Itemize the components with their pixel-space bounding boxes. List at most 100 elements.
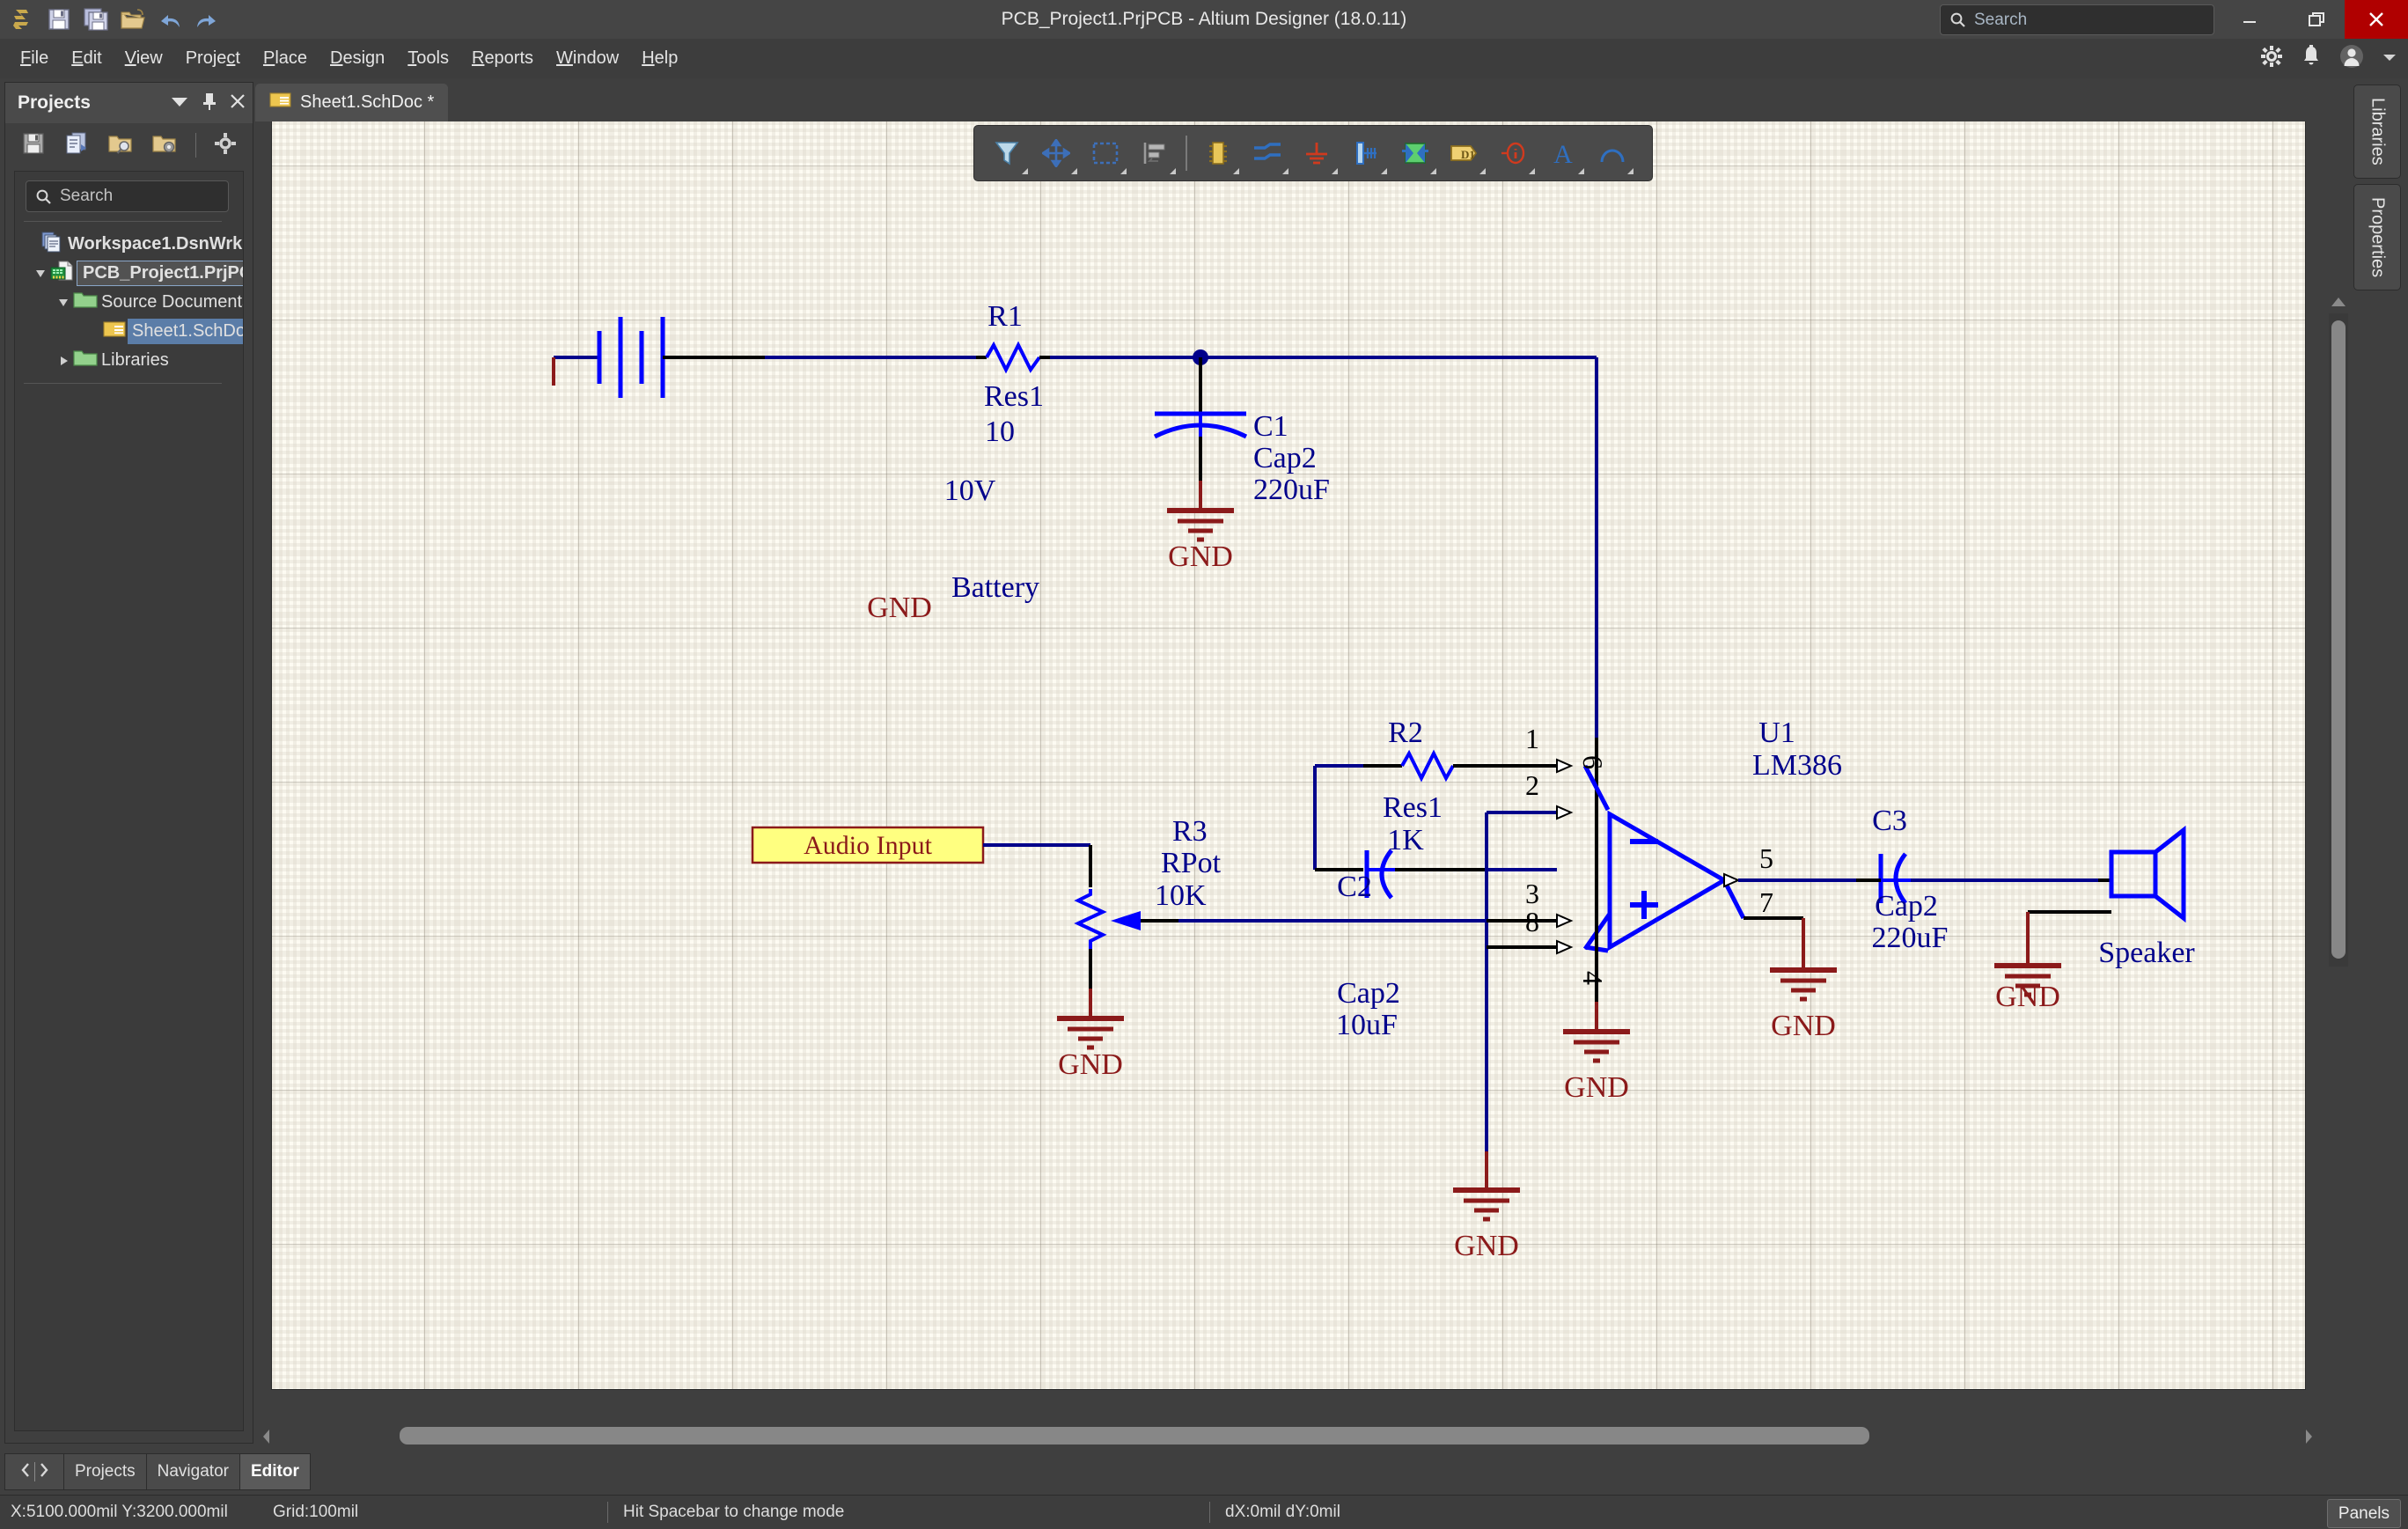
align-icon[interactable] <box>1131 130 1178 176</box>
gear-icon[interactable] <box>214 132 237 159</box>
filter-icon[interactable] <box>983 130 1031 176</box>
dropdown-carat[interactable] <box>1233 168 1239 174</box>
pin-2-arrow <box>1556 805 1572 820</box>
minimize-button[interactable] <box>2218 0 2281 39</box>
pin-8-arrow <box>1556 940 1572 954</box>
r2-designator-label: R2 <box>1388 717 1423 749</box>
place-net-label-icon[interactable]: D1 <box>1441 130 1488 176</box>
bell-icon[interactable] <box>2301 45 2322 72</box>
dropdown-carat[interactable] <box>1022 168 1028 174</box>
r2-value-label: 1K <box>1387 824 1424 856</box>
panels-button[interactable]: Panels <box>2326 1499 2401 1528</box>
horizontal-scroll-thumb[interactable] <box>400 1427 1869 1444</box>
select-area-icon[interactable] <box>1082 130 1129 176</box>
folder-search-icon[interactable] <box>107 131 134 160</box>
menu-window[interactable]: Window <box>545 39 630 78</box>
projects-panel: Projects Search Workspace1.DsnWrk PCB_Pr… <box>4 82 253 1444</box>
schematic-canvas[interactable]: Audio Input 10V Battery GND R1 Res1 10 C… <box>271 121 2306 1390</box>
r3-designator-label: R3 <box>1172 815 1208 848</box>
dropdown-carat[interactable] <box>1170 168 1176 174</box>
panel-tab-nav[interactable] <box>4 1453 64 1490</box>
canvas-vertical-scrollbar[interactable] <box>2329 313 2348 967</box>
dropdown-carat[interactable] <box>1627 168 1633 174</box>
move-icon[interactable] <box>1032 130 1080 176</box>
right-tab-properties[interactable]: Properties <box>2353 183 2401 290</box>
pin-5-number: 5 <box>1759 842 1773 874</box>
dropdown-carat[interactable] <box>1332 168 1338 174</box>
workspace-icon <box>41 232 64 258</box>
scroll-left-button[interactable] <box>257 1426 276 1447</box>
projects-panel-body: Search Workspace1.DsnWrk PCB_Project1.Pr… <box>14 171 244 1431</box>
r1-designator-label: R1 <box>987 300 1023 333</box>
toolbar-divider <box>195 133 196 158</box>
documents-icon[interactable] <box>63 131 90 160</box>
chevron-right-icon[interactable] <box>39 1462 49 1482</box>
place-no-erc-icon[interactable] <box>1490 130 1538 176</box>
tree-item-sheet1[interactable]: Sheet1.SchDoc <box>15 317 243 346</box>
c3-designator-label: C3 <box>1872 805 1907 837</box>
bottom-tab-editor[interactable]: Editor <box>239 1453 311 1490</box>
dropdown-carat[interactable] <box>1430 168 1436 174</box>
place-arc-icon[interactable] <box>1589 130 1636 176</box>
tree-expander-collapsed[interactable] <box>54 355 73 367</box>
gnd-pin4-label: GND <box>1564 1071 1629 1104</box>
canvas-horizontal-scrollbar[interactable] <box>255 1422 2329 1449</box>
dropdown-carat[interactable] <box>1381 168 1387 174</box>
restore-button[interactable] <box>2285 0 2348 39</box>
opamp-u1-symbol <box>1582 764 1746 953</box>
search-icon <box>36 189 51 204</box>
tree-item-source-documents[interactable]: Source Documents <box>15 288 243 317</box>
place-bus-icon[interactable] <box>1342 130 1390 176</box>
place-sheet-symbol-icon[interactable] <box>1391 130 1439 176</box>
menu-edit[interactable]: Edit <box>60 39 113 78</box>
menu-place[interactable]: Place <box>252 39 319 78</box>
bottom-tab-navigator[interactable]: Navigator <box>146 1453 240 1490</box>
pin-icon[interactable] <box>202 92 217 115</box>
dropdown-carat[interactable] <box>1120 168 1127 174</box>
dropdown-carat[interactable] <box>1071 168 1077 174</box>
chevron-down-icon[interactable] <box>170 95 189 112</box>
menu-project[interactable]: Project <box>174 39 252 78</box>
dropdown-carat[interactable] <box>1282 168 1288 174</box>
document-tab-sheet1[interactable]: Sheet1.SchDoc * <box>255 84 449 121</box>
menu-help[interactable]: Help <box>630 39 689 78</box>
bottom-tab-projects[interactable]: Projects <box>64 1453 147 1490</box>
gear-icon[interactable] <box>2260 45 2283 72</box>
dropdown-carat[interactable] <box>1479 168 1486 174</box>
place-part-icon[interactable] <box>1194 130 1242 176</box>
chevron-left-icon[interactable] <box>20 1462 31 1482</box>
vertical-scroll-thumb[interactable] <box>2331 320 2346 959</box>
menu-view[interactable]: View <box>114 39 174 78</box>
chevron-down-icon[interactable] <box>2382 51 2397 67</box>
close-button[interactable] <box>2345 0 2408 39</box>
global-search-input[interactable]: Search <box>1940 4 2214 35</box>
c2-comment-label: Cap2 <box>1337 977 1400 1010</box>
global-search-placeholder: Search <box>1974 10 2028 29</box>
c1-value-label: 220uF <box>1253 474 1330 506</box>
tree-item-libraries[interactable]: Libraries <box>15 346 243 375</box>
projects-search-input[interactable]: Search <box>26 180 229 212</box>
r3-comment-label: RPot <box>1161 847 1222 879</box>
tree-item-pcb-project[interactable]: PCB_Project1.PrjPCB <box>15 259 243 288</box>
tree-expander-expanded[interactable] <box>31 268 50 280</box>
r1-value-label: 10 <box>985 415 1015 448</box>
menu-design[interactable]: Design <box>319 39 396 78</box>
right-tab-libraries[interactable]: Libraries <box>2353 85 2401 179</box>
folder-options-icon[interactable] <box>151 131 178 160</box>
save-icon[interactable] <box>21 131 46 160</box>
menu-reports[interactable]: Reports <box>460 39 545 78</box>
place-gnd-icon[interactable] <box>1293 130 1340 176</box>
user-avatar-icon[interactable] <box>2339 44 2364 73</box>
scroll-up-button[interactable] <box>2329 290 2348 313</box>
place-text-icon[interactable]: A <box>1539 130 1587 176</box>
menu-tools[interactable]: Tools <box>396 39 460 78</box>
close-icon[interactable] <box>230 93 246 114</box>
scroll-right-button[interactable] <box>2299 1426 2318 1447</box>
place-wire-icon[interactable] <box>1244 130 1291 176</box>
speaker-symbol <box>2109 825 2186 923</box>
dropdown-carat[interactable] <box>1529 168 1535 174</box>
menu-file[interactable]: File <box>9 39 60 78</box>
dropdown-carat[interactable] <box>1578 168 1584 174</box>
tree-expander-expanded[interactable] <box>54 297 73 309</box>
tree-item-workspace[interactable]: Workspace1.DsnWrk <box>15 230 243 259</box>
